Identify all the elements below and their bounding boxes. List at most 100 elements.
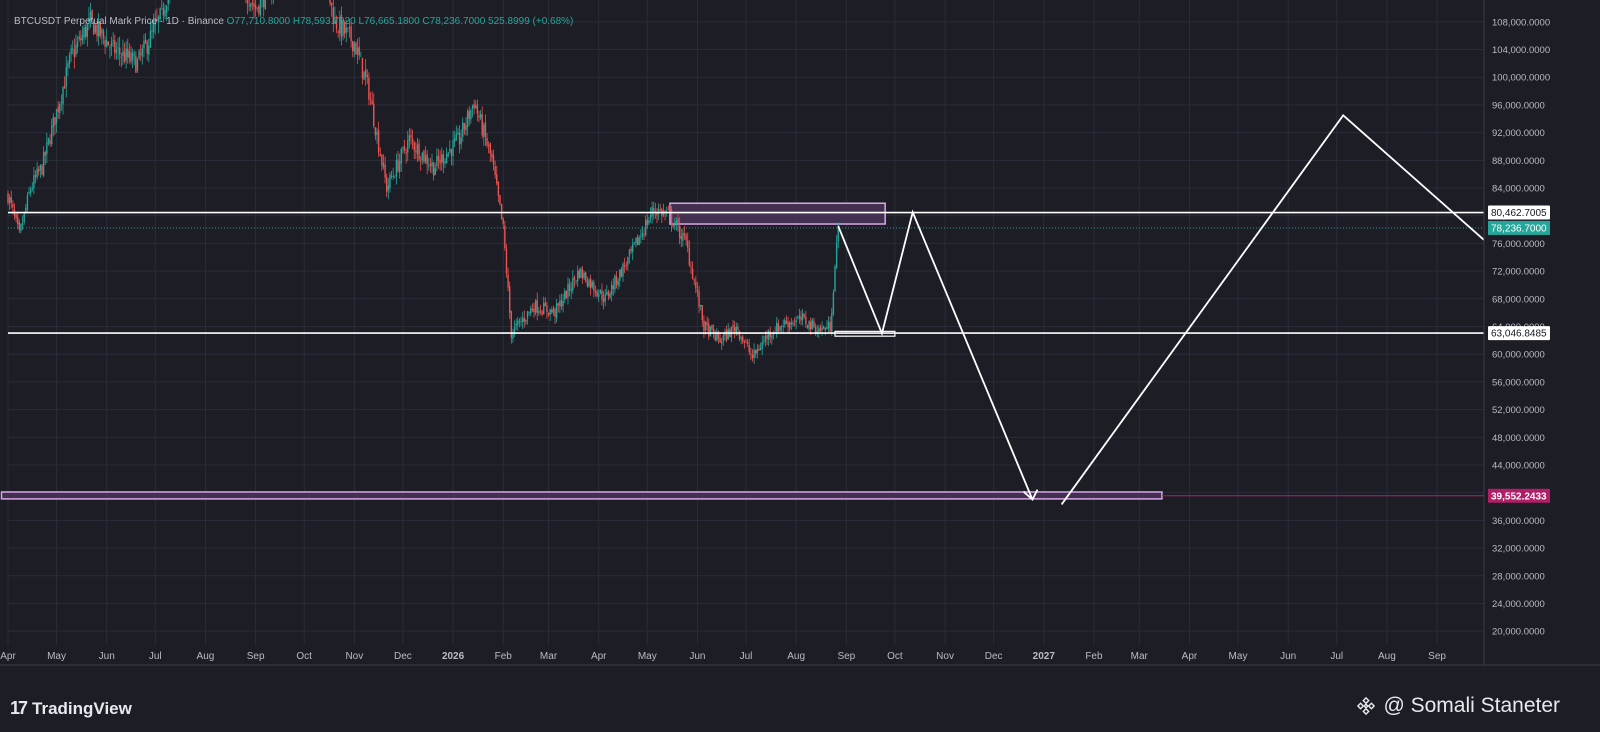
candle (499, 194, 501, 206)
candle-body (416, 144, 419, 154)
tradingview-brand: TradingView (32, 698, 132, 718)
candle-body (80, 38, 82, 41)
x-tick-label: Oct (887, 651, 903, 662)
candle-body (384, 165, 386, 178)
level-label-0: 80,462.7005 (1491, 208, 1547, 219)
candle-body (28, 192, 30, 194)
candle-body (518, 320, 521, 322)
x-tick-label: May (47, 651, 66, 662)
candle-body (405, 152, 407, 154)
candle-body (797, 317, 799, 319)
candle-body (678, 225, 681, 239)
candle-body (369, 99, 372, 100)
price-chart[interactable]: 108,000.0000 104,000.0000 100,000.0000 96,0… (0, 0, 1600, 732)
tradingview-logo[interactable]: 17 TradingView (10, 698, 132, 719)
candle-body (670, 209, 673, 225)
candle-body (538, 311, 540, 313)
candle-body (75, 45, 77, 56)
x-tick-label: Apr (1182, 651, 1198, 662)
candle-body (46, 141, 48, 154)
y-tick-label: 32,000.0000 (1492, 544, 1545, 555)
candle-body (743, 341, 746, 343)
zone-1 (0, 491, 1163, 500)
candle-body (337, 31, 339, 33)
candle-body (25, 207, 27, 213)
candle-body (143, 41, 145, 49)
x-tick-label: Dec (985, 651, 1003, 662)
candle-body (453, 138, 456, 142)
candle-body (674, 224, 676, 226)
candle-body (687, 240, 689, 249)
candle-body (499, 195, 501, 205)
candle-body (259, 0, 262, 16)
candle-body (829, 322, 831, 332)
candle-body (127, 48, 129, 58)
candle-body (59, 104, 61, 114)
candle-body (31, 187, 33, 190)
candle-body (410, 135, 412, 138)
candle-body (554, 309, 556, 318)
candle-body (353, 42, 356, 52)
candle-body (83, 28, 85, 38)
candle-body (523, 317, 525, 322)
candle-body (562, 301, 564, 307)
candle-body (476, 104, 479, 114)
candle-body (542, 303, 545, 315)
candle-body (568, 283, 571, 291)
candle-body (573, 277, 576, 280)
candle-body (536, 299, 538, 313)
candle-body (628, 250, 631, 256)
x-tick-label: Jul (740, 651, 753, 662)
candle-body (329, 0, 331, 4)
candle-body (423, 150, 425, 162)
candle-body (819, 327, 822, 332)
x-tick-label: 2027 (1033, 651, 1056, 662)
y-tick-label: 88,000.0000 (1492, 156, 1545, 167)
candle-body (135, 55, 137, 73)
candle-body (8, 197, 11, 204)
x-tick-label: Aug (787, 651, 805, 662)
candle-body (395, 160, 398, 177)
candle-body (560, 299, 563, 307)
x-tick-label: 2026 (442, 651, 465, 662)
candle-body (101, 29, 103, 34)
candle-body (504, 225, 506, 249)
candle-body (570, 289, 572, 292)
candle (565, 290, 568, 299)
candle-body (552, 308, 555, 313)
candle-body (441, 154, 443, 163)
candle-body (356, 47, 359, 55)
candle-body (167, 0, 169, 5)
candle-body (246, 0, 249, 4)
candle-body (73, 49, 76, 57)
candle-body (366, 75, 368, 77)
y-tick-label: 48,000.0000 (1492, 433, 1545, 444)
candle-body (374, 127, 377, 136)
candle-body (65, 67, 67, 87)
candle-body (348, 27, 351, 29)
candle-body (798, 315, 801, 319)
candle-body (680, 236, 682, 240)
candle-body (33, 175, 35, 189)
candle-body (763, 340, 765, 342)
candle-body (496, 174, 498, 184)
candle-body (617, 280, 619, 286)
candle-body (703, 320, 705, 332)
candle-body (60, 102, 63, 103)
candle-body (151, 30, 153, 32)
candle-body (449, 148, 451, 152)
candle-body (41, 165, 43, 175)
candle-body (589, 278, 592, 289)
y-tick-label: 56,000.0000 (1492, 377, 1545, 388)
candle-body (767, 330, 770, 340)
ohlc-close: C78,236.7000 (422, 16, 486, 27)
candle-body (509, 286, 511, 313)
candle-body (473, 103, 475, 109)
candle-body (371, 100, 373, 105)
candle-body (737, 326, 739, 330)
candle-body (379, 153, 381, 156)
candle-body (432, 162, 435, 176)
y-tick-label: 72,000.0000 (1492, 267, 1545, 278)
candle-body (593, 282, 595, 291)
candle-body (110, 41, 113, 47)
